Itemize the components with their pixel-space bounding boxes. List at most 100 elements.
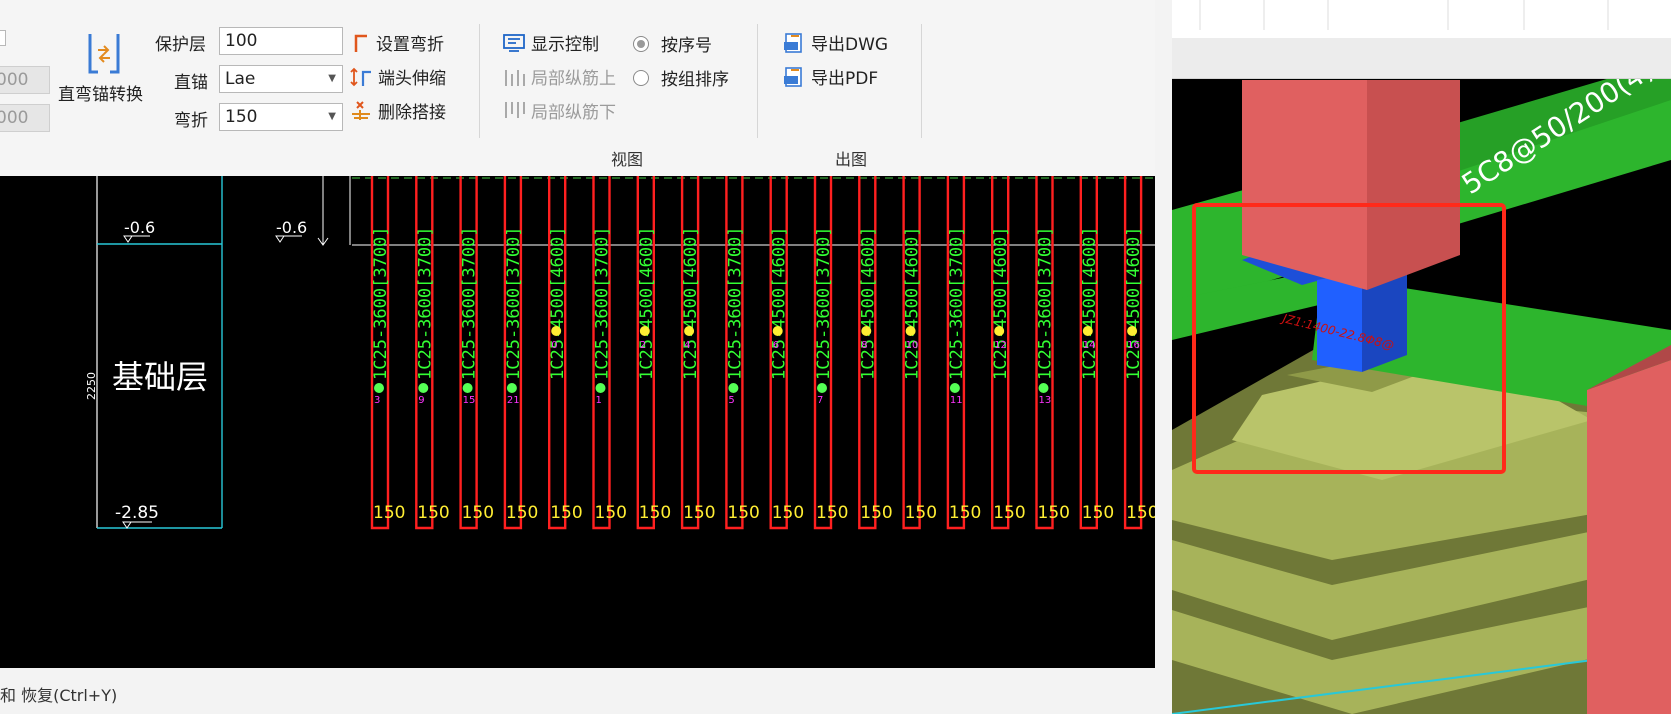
bend-label: 弯折: [174, 111, 208, 131]
display-control-button[interactable]: 显示控制: [503, 30, 599, 55]
delete-lap-button[interactable]: 删除搭接: [350, 98, 446, 123]
rebar-label: 1C25-4500[4600]: [770, 226, 790, 380]
straight-bend-anchor-convert-button[interactable]: 直弯锚转换: [56, 28, 154, 106]
rebar-bar[interactable]: 1C25-3600[3700] 21 150: [503, 176, 538, 530]
rebar-label: 1C25-4500[4600]: [1080, 226, 1100, 380]
rebar-bar[interactable]: 1C25-3600[3700] 1 150: [592, 176, 627, 530]
straight-anchor-combo[interactable]: Lae ▼: [219, 65, 343, 93]
rebar-bar[interactable]: 1C25-3600[3700] 11 150: [946, 176, 981, 530]
column-red-front: [1242, 80, 1367, 290]
rebar-bar[interactable]: 1C25-3600[3700] 7 150: [813, 176, 848, 530]
3d-view-panel[interactable]: 5C8@50/200(4) JZ1:1400-22.8Φ8@: [1172, 0, 1671, 714]
column-red-right: [1587, 360, 1671, 714]
rebar-marker-icon: [905, 326, 916, 336]
panel-splitter[interactable]: [1155, 0, 1172, 714]
rebar-label: 1C25-4500[4600]: [548, 226, 568, 380]
local-rebar-up-label: 局部纵筋上: [531, 69, 616, 89]
cover-input[interactable]: 100: [219, 27, 343, 55]
rebar-bar[interactable]: 1C25-4500[4600]10 150: [902, 176, 937, 530]
rebar-bar[interactable]: 1C25-4500[4600]8 150: [858, 176, 893, 530]
3d-model-view: 5C8@50/200(4) JZ1:1400-22.8Φ8@: [1172, 53, 1671, 714]
bend-length-label: 150: [949, 503, 981, 523]
rebar-number: 2: [640, 340, 646, 351]
chevron-down-icon[interactable]: ▼: [328, 104, 336, 130]
rebar-marker-icon: [684, 326, 695, 336]
rebar-marker-icon: [1038, 383, 1049, 393]
rebar-bar[interactable]: 1C25-4500[4600]12 150: [991, 176, 1026, 530]
rebar-label: 1C25-3600[3700]: [460, 226, 480, 380]
left-field-2[interactable]: 000: [0, 104, 50, 132]
export-pdf-button[interactable]: 导出PDF: [783, 64, 878, 89]
export-pdf-label: 导出PDF: [811, 69, 879, 89]
rebar-marker-icon: [728, 383, 739, 393]
rebar-marker-icon: [462, 383, 473, 393]
anchor-convert-icon: [88, 34, 120, 74]
rebar-bar[interactable]: 1C25-3600[3700] 3 150: [370, 176, 405, 530]
elevation-mark-1: -0.6: [123, 218, 155, 243]
rebar-bar[interactable]: 1C25-3600[3700] 9 150: [415, 176, 450, 530]
radio-by-group[interactable]: 按组排序: [633, 65, 729, 90]
bend-combo[interactable]: 150 ▼: [219, 103, 343, 131]
bend-length-label: 150: [462, 503, 494, 523]
local-rebar-down-button[interactable]: 局部纵筋下: [503, 98, 616, 123]
rebar-drawing-canvas[interactable]: -0.6 -0.6 -2.85 2250 基础层 1C25-3600[3700]…: [0, 176, 1155, 668]
bend-length-label: 150: [727, 503, 759, 523]
bend-length-label: 150: [1082, 503, 1114, 523]
elevation-mark-bottom: -2.85: [115, 503, 159, 529]
rebar-label: 1C25-4500[4600]: [681, 226, 701, 380]
clipped-checkbox[interactable]: [0, 30, 6, 46]
ribbon-separator: [479, 24, 480, 138]
rebar-marker-icon: [772, 326, 783, 336]
ribbon-separator: [757, 24, 758, 138]
radio-by-number[interactable]: 按序号: [633, 31, 712, 56]
rebar-number: 6: [773, 340, 779, 351]
rebar-bar[interactable]: 1C25-4500[4600]2 150: [636, 176, 671, 530]
set-bend-label: 设置弯折: [376, 35, 444, 55]
rebar-bar[interactable]: 1C25-3600[3700] 13 150: [1035, 176, 1070, 530]
ruler-ticks: [1199, 0, 1609, 30]
bend-icon: [354, 34, 367, 52]
rebar-marker-icon: [817, 383, 827, 393]
local-rebar-down-label: 局部纵筋下: [531, 103, 616, 123]
bend-length-label: 150: [993, 503, 1025, 523]
rebar-number: 7: [817, 395, 823, 406]
export-dwg-label: 导出DWG: [811, 35, 889, 55]
rebar-label: 1C25-4500[4600]: [903, 226, 923, 380]
chevron-down-icon[interactable]: ▼: [328, 66, 336, 92]
rebar-marker-icon: [861, 326, 872, 336]
rebar-bar[interactable]: 1C25-4500[4600]6 150: [769, 176, 804, 530]
local-rebar-up-button[interactable]: 局部纵筋上: [503, 64, 616, 89]
elevation-mark-2: -0.6: [275, 218, 307, 243]
rebar-bar[interactable]: 1C25-4500[4600]4 150: [680, 176, 716, 530]
stretch-icon: [350, 67, 371, 86]
bend-length-label: 150: [506, 503, 538, 523]
rebar-label: 1C25-3600[3700]: [504, 226, 524, 380]
rebar-number: 3: [374, 395, 380, 406]
height-dimension-text: 2250: [85, 372, 98, 400]
rebar-marker-icon: [374, 383, 384, 393]
column-red-side: [1367, 80, 1460, 290]
rebar-number: 16: [1127, 340, 1140, 351]
rebar-label: 1C25-3600[3700]: [371, 226, 391, 380]
rebar-bar[interactable]: 1C25-4500[4600]0 150: [548, 176, 583, 530]
rebar-bar[interactable]: 1C25-4500[4600]14 150: [1079, 176, 1114, 530]
set-bend-button[interactable]: 设置弯折: [352, 30, 444, 55]
local-rebar-icon: [505, 101, 525, 118]
rebar-marker-icon: [551, 326, 562, 336]
rebar-bar[interactable]: 1C25-4500[4600]16 150: [1123, 176, 1155, 530]
local-rebar-icon: [505, 69, 525, 86]
radio-by-group-dot[interactable]: [633, 69, 649, 86]
rebar-bar[interactable]: 1C25-3600[3700] 15 150: [459, 176, 494, 530]
left-field-1[interactable]: 000: [0, 66, 50, 94]
export-dwg-button[interactable]: 导出DWG: [783, 30, 888, 55]
rebar-number: 8: [861, 340, 867, 351]
radio-by-number-dot[interactable]: [633, 35, 649, 52]
rebar-marker-icon: [949, 383, 960, 393]
rebar-label: 1C25-3600[3700]: [1036, 226, 1056, 380]
rebar-number: 21: [507, 395, 520, 406]
dwg-file-icon: [784, 32, 802, 53]
bend-length-label: 150: [905, 503, 937, 523]
rebar-bar[interactable]: 1C25-3600[3700] 5 150: [725, 176, 760, 530]
end-stretch-button[interactable]: 端头伸缩: [350, 64, 446, 89]
bend-value: 150: [225, 107, 258, 127]
